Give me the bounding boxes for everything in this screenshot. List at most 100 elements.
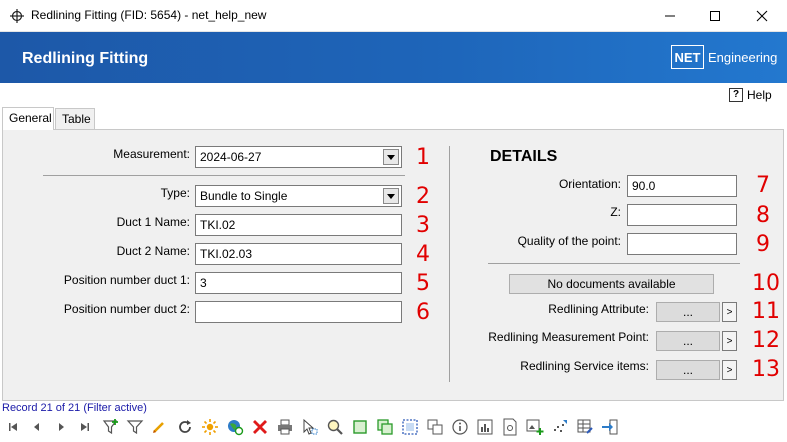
details-title: DETAILS: [490, 148, 558, 165]
divider: [43, 175, 405, 176]
duct2-name-label: Duct 2 Name:: [116, 244, 190, 258]
duplicate-green-icon: [377, 419, 393, 435]
maximize-button[interactable]: [692, 0, 738, 31]
exit-button[interactable]: [600, 417, 620, 437]
annotation-11: 11: [752, 299, 780, 324]
window-title-bar: Redlining Fitting (FID: 5654) - net_help…: [0, 0, 787, 32]
refresh-button[interactable]: [175, 417, 195, 437]
position-duct2-label: Position number duct 2:: [63, 302, 190, 316]
logo-text: Engineering: [708, 50, 778, 65]
zoom-button[interactable]: [325, 417, 345, 437]
table-edit-icon: [577, 419, 593, 434]
select-pointer-icon: [303, 418, 318, 435]
orientation-label: Orientation:: [558, 177, 621, 191]
document-button[interactable]: [500, 417, 520, 437]
duplicate-green-button[interactable]: [375, 417, 395, 437]
z-field[interactable]: [627, 204, 737, 226]
chevron-down-icon: [387, 154, 395, 160]
annotation-9: 9: [756, 232, 770, 257]
delete-button[interactable]: [250, 417, 270, 437]
scatter-icon: [554, 420, 567, 432]
last-record-button[interactable]: [75, 417, 95, 437]
close-button[interactable]: [739, 0, 785, 31]
edit-button[interactable]: [149, 417, 169, 437]
last-record-icon: [81, 423, 89, 431]
redlining-service-items-label: Redlining Service items:: [520, 359, 649, 373]
orientation-field[interactable]: 90.0: [627, 175, 737, 197]
annotation-5: 5: [416, 271, 430, 296]
table-edit-button[interactable]: [575, 417, 595, 437]
measurement-select[interactable]: 2024-06-27: [195, 146, 402, 168]
general-panel: Measurement: 2024-06-27 1 Type: Bundle t…: [2, 129, 784, 401]
duct2-name-field[interactable]: TKI.02.03: [195, 243, 402, 265]
quality-label: Quality of the point:: [517, 234, 621, 248]
first-record-button[interactable]: [3, 417, 23, 437]
type-value: Bundle to Single: [200, 189, 288, 203]
record-status: Record 21 of 21 (Filter active): [2, 402, 147, 414]
tab-table[interactable]: Table: [55, 108, 95, 130]
redlining-service-items-browse-button[interactable]: ...: [656, 360, 720, 380]
duct1-name-label: Duct 1 Name:: [116, 215, 190, 229]
redlining-attribute-open-button[interactable]: >: [722, 302, 737, 322]
first-record-icon: [9, 423, 17, 431]
select-area-button[interactable]: [400, 417, 420, 437]
previous-record-button[interactable]: [27, 417, 47, 437]
globe-refresh-button[interactable]: [225, 417, 245, 437]
type-select[interactable]: Bundle to Single: [195, 185, 402, 207]
annotation-6: 6: [416, 300, 430, 325]
move-icon: [10, 9, 24, 23]
documents-button[interactable]: No documents available: [509, 274, 714, 294]
info-icon: [452, 419, 468, 435]
select-area-icon: [402, 419, 418, 435]
minimize-icon: [665, 15, 675, 16]
annotation-13: 13: [752, 357, 780, 382]
minimize-button[interactable]: [647, 0, 693, 31]
chart-icon: [477, 419, 493, 435]
position-duct1-label: Position number duct 1:: [63, 273, 190, 287]
measurement-dropdown-button[interactable]: [383, 149, 399, 165]
duct1-name-field[interactable]: TKI.02: [195, 214, 402, 236]
highlight-button[interactable]: [200, 417, 220, 437]
copy-green-button[interactable]: [350, 417, 370, 437]
select-pointer-button[interactable]: [300, 417, 320, 437]
copy-green-icon: [353, 420, 367, 434]
add-filter-button[interactable]: [101, 417, 121, 437]
filter-button[interactable]: [125, 417, 145, 437]
details-divider: [488, 263, 740, 264]
annotation-7: 7: [756, 173, 770, 198]
next-record-icon: [59, 423, 64, 431]
redlining-measurement-point-label: Redlining Measurement Point:: [488, 330, 649, 344]
copy-button[interactable]: [425, 417, 445, 437]
net-logo: NET: [671, 45, 704, 69]
position-duct2-field[interactable]: [195, 301, 402, 323]
redlining-measurement-point-open-button[interactable]: >: [722, 331, 737, 351]
print-button[interactable]: [275, 417, 295, 437]
header-band: Redlining Fitting NET Engineering: [0, 32, 787, 83]
add-image-button[interactable]: [525, 417, 545, 437]
copy-icon: [427, 419, 443, 435]
tab-general[interactable]: General: [2, 107, 54, 130]
scatter-button[interactable]: [550, 417, 570, 437]
info-button[interactable]: [450, 417, 470, 437]
redlining-measurement-point-browse-button[interactable]: ...: [656, 331, 720, 351]
measurement-value: 2024-06-27: [200, 150, 262, 164]
maximize-icon: [710, 10, 720, 21]
annotation-1: 1: [416, 145, 430, 170]
measurement-label: Measurement:: [113, 147, 190, 161]
close-icon: [756, 10, 768, 21]
chart-button[interactable]: [475, 417, 495, 437]
next-record-button[interactable]: [51, 417, 71, 437]
highlight-icon: [202, 419, 218, 435]
type-dropdown-button[interactable]: [383, 188, 399, 204]
quality-field[interactable]: [627, 233, 737, 255]
delete-icon: [253, 420, 267, 434]
position-duct1-field[interactable]: 3: [195, 272, 402, 294]
redlining-service-items-open-button[interactable]: >: [722, 360, 737, 380]
add-image-icon: [526, 419, 544, 435]
z-label: Z:: [610, 205, 621, 219]
window-title: Redlining Fitting (FID: 5654) - net_help…: [31, 8, 267, 22]
help-label: Help: [747, 88, 772, 102]
redlining-attribute-browse-button[interactable]: ...: [656, 302, 720, 322]
previous-record-icon: [34, 423, 39, 431]
help-button[interactable]: ? Help: [729, 88, 772, 102]
